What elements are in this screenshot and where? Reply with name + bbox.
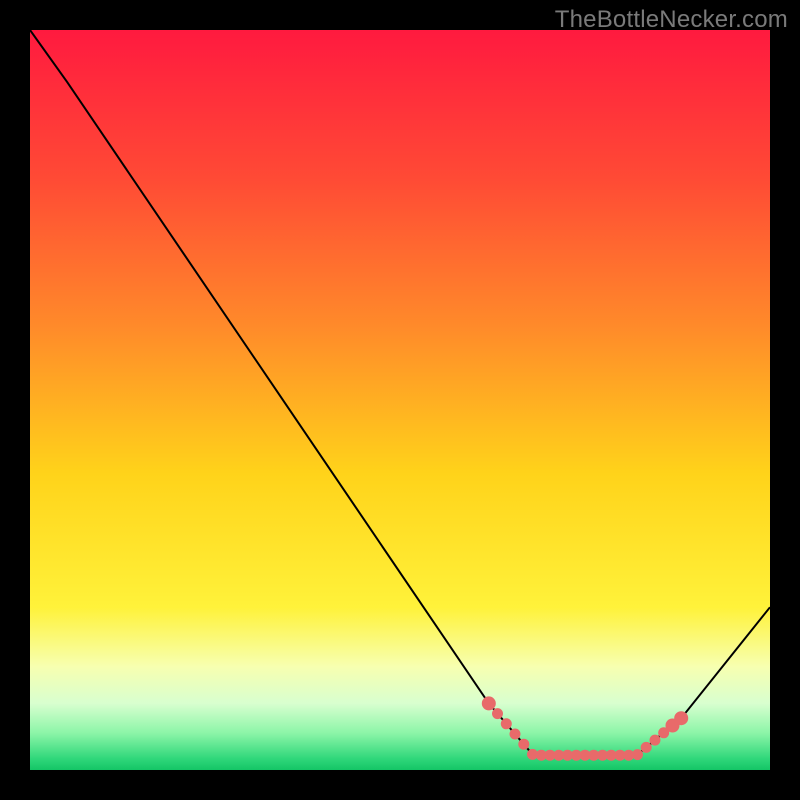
- marker-dot: [510, 729, 521, 740]
- chart-stage: TheBottleNecker.com: [0, 0, 800, 800]
- marker-dot: [518, 739, 529, 750]
- marker-dot: [501, 718, 512, 729]
- marker-dot: [674, 711, 688, 725]
- marker-dot: [632, 749, 643, 760]
- gradient-background: [30, 30, 770, 770]
- marker-dot: [482, 696, 496, 710]
- marker-dot: [650, 735, 661, 746]
- bottleneck-chart: [30, 30, 770, 770]
- marker-dot: [492, 708, 503, 719]
- marker-dot: [641, 742, 652, 753]
- attribution-text: TheBottleNecker.com: [555, 6, 788, 34]
